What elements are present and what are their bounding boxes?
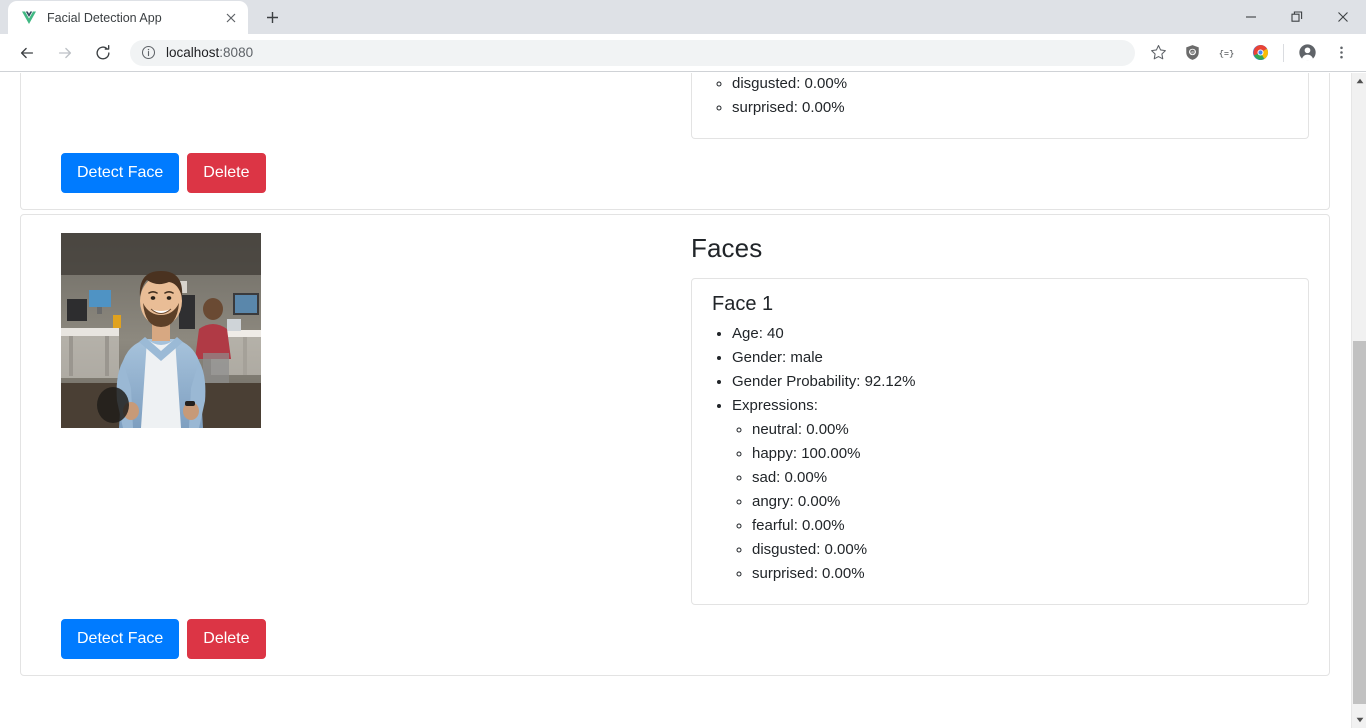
browser-menu-icon[interactable] — [1327, 39, 1355, 67]
list-item: disgusted: 0.00% — [752, 538, 1288, 562]
tab-title: Facial Detection App — [47, 10, 162, 25]
scroll-down-icon[interactable] — [1352, 712, 1366, 728]
image-result-card: disgusted: 0.00% surprised: 0.00% Detect… — [20, 73, 1330, 210]
expression-list: neutral: 0.00% happy: 100.00% sad: 0.00%… — [732, 418, 1288, 586]
page-title: Faces — [691, 233, 763, 263]
list-item: surprised: 0.00% — [752, 562, 1288, 586]
address-port: :8080 — [219, 45, 254, 60]
image-result-card: Faces Face 1 Age: 40 Gender: male Gender… — [20, 214, 1330, 676]
face-card: disgusted: 0.00% surprised: 0.00% — [691, 73, 1309, 139]
faces-column: Faces Face 1 Age: 40 Gender: male Gender… — [691, 233, 1309, 605]
address-bar-text: localhost:8080 — [166, 45, 253, 60]
new-tab-button[interactable] — [258, 3, 286, 31]
expression-list: disgusted: 0.00% surprised: 0.00% — [712, 73, 1288, 120]
scrollbar-thumb[interactable] — [1353, 341, 1366, 704]
list-item: sad: 0.00% — [752, 466, 1288, 490]
card-actions: Detect Face Delete — [41, 153, 266, 193]
address-bar[interactable]: localhost:8080 — [130, 39, 1135, 66]
browser-toolbar: localhost:8080 uB {=} — [0, 34, 1366, 72]
expressions-label: Expressions: — [732, 397, 818, 414]
ublock-origin-icon[interactable]: uB — [1178, 39, 1206, 67]
card-actions: Detect Face Delete — [41, 619, 266, 659]
face-card: Face 1 Age: 40 Gender: male Gender Proba… — [691, 278, 1309, 605]
browser-tab[interactable]: Facial Detection App — [8, 1, 248, 34]
list-item: happy: 100.00% — [752, 442, 1288, 466]
minimize-button[interactable] — [1228, 0, 1274, 34]
detect-face-button[interactable]: Detect Face — [61, 619, 180, 659]
delete-button[interactable]: Delete — [187, 619, 266, 659]
reload-button[interactable] — [88, 38, 118, 68]
json-formatter-icon[interactable]: {=} — [1212, 39, 1240, 67]
list-item: Gender Probability: 92.12% — [732, 370, 1288, 394]
face-card-title: Face 1 — [712, 293, 774, 315]
vue-logo-icon — [20, 9, 38, 27]
image-column — [41, 233, 691, 605]
close-button[interactable] — [1320, 0, 1366, 34]
toolbar-divider — [1283, 43, 1284, 62]
window-controls — [1228, 0, 1366, 34]
list-item: disgusted: 0.00% — [732, 73, 1288, 96]
list-item: angry: 0.00% — [752, 490, 1288, 514]
scroll-up-icon[interactable] — [1352, 73, 1366, 89]
detect-face-button[interactable]: Detect Face — [61, 153, 180, 193]
image-column — [41, 73, 691, 139]
uploaded-photo[interactable] — [61, 233, 261, 428]
profile-avatar-icon[interactable] — [1293, 39, 1321, 67]
close-icon[interactable] — [222, 9, 240, 27]
list-item: Gender: male — [732, 346, 1288, 370]
list-item: surprised: 0.00% — [732, 96, 1288, 120]
colorful-extension-icon[interactable] — [1246, 39, 1274, 67]
browser-titlebar: Facial Detection App — [0, 0, 1366, 34]
page-viewport: disgusted: 0.00% surprised: 0.00% Detect… — [0, 73, 1366, 728]
faces-column: disgusted: 0.00% surprised: 0.00% — [691, 73, 1309, 139]
back-button[interactable] — [12, 38, 42, 68]
delete-button[interactable]: Delete — [187, 153, 266, 193]
list-item: Age: 40 — [732, 322, 1288, 346]
svg-text:uB: uB — [1190, 49, 1195, 54]
browser-window: Facial Detection App localhost:8080 uB {… — [0, 0, 1366, 728]
page-scrollbar[interactable] — [1351, 73, 1366, 728]
restore-button[interactable] — [1274, 0, 1320, 34]
bookmark-star-icon[interactable] — [1144, 39, 1172, 67]
face-attribute-list: Age: 40 Gender: male Gender Probability:… — [712, 322, 1288, 586]
info-circle-icon[interactable] — [140, 45, 156, 61]
app-root: disgusted: 0.00% surprised: 0.00% Detect… — [0, 73, 1350, 680]
address-host: localhost — [166, 45, 220, 60]
list-item: fearful: 0.00% — [752, 514, 1288, 538]
forward-button[interactable] — [50, 38, 80, 68]
svg-text:{=}: {=} — [1218, 49, 1234, 59]
list-item: neutral: 0.00% — [752, 418, 1288, 442]
list-item: Expressions: neutral: 0.00% happy: 100.0… — [732, 394, 1288, 586]
